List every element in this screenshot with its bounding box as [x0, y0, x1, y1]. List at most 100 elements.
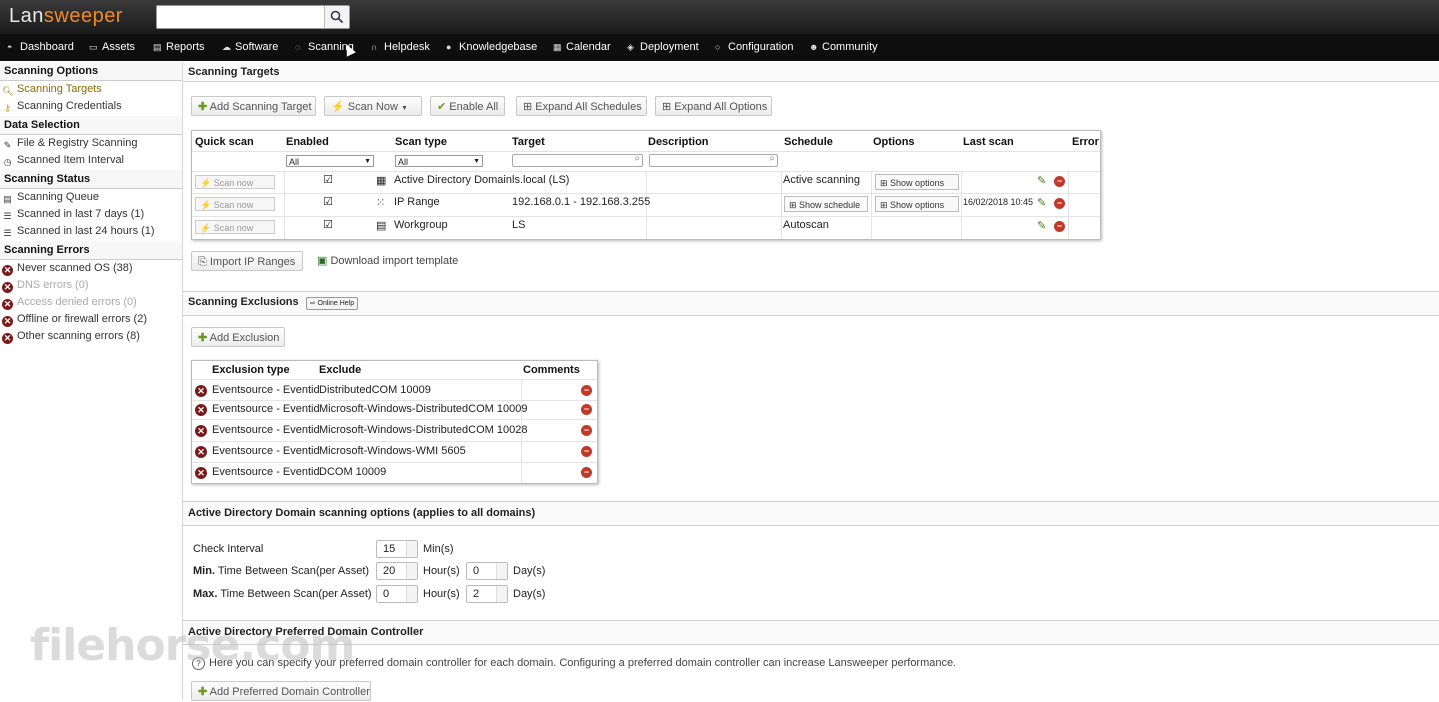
expand-all-schedules-button[interactable]: ⊞ Expand All Schedules — [516, 96, 647, 116]
main-nav: ◓ Dashboard ▭ Assets ▤ Reports ☁ Software ◌ S… — [0, 34, 1439, 61]
section-title-preferred-dc: Active Directory Preferred Domain Contro… — [183, 620, 1439, 645]
remove-exclusion-icon[interactable]: ✕ — [195, 385, 207, 397]
filter-enabled-select[interactable]: All — [286, 155, 374, 168]
exclusion-type-cell: Eventsource - Eventid — [212, 384, 320, 396]
days-unit-label: Day(s) — [513, 588, 546, 600]
remove-exclusion-icon[interactable]: ✕ — [195, 404, 207, 416]
remove-exclusion-icon[interactable]: ✕ — [195, 425, 207, 437]
delete-icon[interactable]: − — [581, 425, 592, 436]
sidebar-header-scanning-options: Scanning Options — [0, 62, 182, 81]
sidebar-item-scanned-24-hours[interactable]: ☰ Scanned in last 24 hours (1) — [0, 223, 182, 240]
software-icon: ☁ — [222, 42, 231, 52]
exclusion-type-cell: Eventsource - Eventid — [212, 466, 320, 478]
lansweeper-logo[interactable]: Lansweeper — [9, 5, 123, 28]
show-options-button[interactable]: ⊞ Show options — [875, 196, 959, 212]
add-preferred-dc-button[interactable]: ✚ Add Preferred Domain Controller — [191, 681, 371, 701]
sidebar-item-offline-firewall[interactable]: ✕ Offline or firewall errors (2) — [0, 311, 182, 328]
excel-icon: ▣ — [317, 255, 328, 267]
download-template-link[interactable]: ▣ Download import template — [317, 254, 458, 267]
schedule-cell: Active scanning — [783, 174, 861, 186]
min-hours-input[interactable]: 20 — [376, 562, 418, 580]
delete-icon[interactable]: − — [581, 467, 592, 478]
quick-scan-now-button[interactable]: ⚡ Scan now — [195, 175, 275, 189]
remove-exclusion-icon[interactable]: ✕ — [195, 446, 207, 458]
col-divider — [284, 171, 285, 239]
ad-domain-icon: ▦ — [376, 175, 387, 187]
add-scanning-target-button[interactable]: ✚ Add Scanning Target — [191, 96, 316, 116]
sidebar-item-other-errors[interactable]: ✕ Other scanning errors (8) — [0, 328, 182, 345]
filter-description-input[interactable] — [649, 153, 778, 167]
config-icon: ○ — [715, 42, 721, 52]
exclusion-type-cell: Eventsource - Eventid — [212, 403, 320, 415]
expand-all-options-button[interactable]: ⊞ Expand All Options — [655, 96, 772, 116]
nav-assets[interactable]: ▭ Assets — [89, 41, 135, 53]
list-icon: ☰ — [3, 211, 12, 221]
sidebar-item-access-denied[interactable]: ✕ Access denied errors (0) — [0, 294, 182, 311]
col-header-exclude: Exclude — [319, 364, 362, 376]
delete-icon[interactable]: − — [581, 404, 592, 415]
scanning-targets-table: Quick scan Enabled Scan type Target Desc… — [191, 130, 1101, 240]
enabled-checkbox[interactable]: ☑ — [323, 175, 333, 186]
nav-calendar[interactable]: ▦ Calendar — [553, 41, 611, 53]
row-divider — [192, 441, 597, 442]
enable-all-button[interactable]: ✔ Enable All — [430, 96, 505, 116]
nav-knowledgebase[interactable]: ● Knowledgebase — [446, 41, 537, 53]
import-ip-ranges-button[interactable]: ⎘ Import IP Ranges — [191, 251, 303, 271]
sidebar-item-scanned-item-interval[interactable]: ◷ Scanned Item Interval — [0, 152, 182, 169]
delete-icon[interactable]: − — [581, 385, 592, 396]
sidebar-item-scanning-targets[interactable]: 🔍︎ Scanning Targets — [0, 81, 182, 98]
nav-community[interactable]: ☻ Community — [809, 41, 878, 53]
nav-reports[interactable]: ▤ Reports — [153, 41, 205, 53]
sidebar-item-never-scanned[interactable]: ✕ Never scanned OS (38) — [0, 260, 182, 277]
sidebar-item-scanning-queue[interactable]: ▤ Scanning Queue — [0, 189, 182, 206]
filter-target-input[interactable] — [512, 153, 643, 167]
sidebar-item-scanned-7-days[interactable]: ☰ Scanned in last 7 days (1) — [0, 206, 182, 223]
check-interval-label: Check Interval — [193, 543, 264, 555]
min-time-label: Min. Time Between Scan(per Asset) — [193, 565, 370, 577]
nav-software[interactable]: ☁ Software — [222, 41, 278, 53]
col-header-last-scan: Last scan — [963, 136, 1014, 148]
search-input[interactable] — [157, 6, 321, 26]
delete-icon[interactable]: − — [581, 446, 592, 457]
row-divider — [192, 193, 1100, 194]
col-header-target: Target — [512, 136, 545, 148]
delete-icon[interactable]: − — [1054, 176, 1065, 187]
nav-deployment[interactable]: ◈ Deployment — [627, 41, 699, 53]
edit-icon[interactable]: ✎ — [1037, 221, 1049, 232]
monitor-icon: ▭ — [89, 42, 98, 52]
show-schedule-button[interactable]: ⊞ Show schedule — [784, 196, 868, 212]
sidebar-item-scanning-credentials[interactable]: ⚷ Scanning Credentials — [0, 98, 182, 115]
add-exclusion-button[interactable]: ✚ Add Exclusion — [191, 327, 285, 347]
nav-configuration[interactable]: ○ Configuration — [715, 41, 793, 53]
filter-scan-type-select[interactable]: All — [395, 155, 483, 168]
edit-icon[interactable]: ✎ — [1037, 176, 1049, 187]
sidebar-item-dns-errors[interactable]: ✕ DNS errors (0) — [0, 277, 182, 294]
check-interval-input[interactable]: 15 — [376, 540, 418, 558]
max-hours-input[interactable]: 0 — [376, 585, 418, 603]
row-divider — [192, 400, 597, 401]
import-icon: ⎘ — [198, 256, 207, 268]
delete-icon[interactable]: − — [1054, 198, 1065, 209]
show-options-button[interactable]: ⊞ Show options — [875, 174, 959, 190]
remove-exclusion-icon[interactable]: ✕ — [195, 467, 207, 479]
enabled-checkbox[interactable]: ☑ — [323, 197, 333, 208]
quick-scan-now-button[interactable]: ⚡ Scan now — [195, 220, 275, 234]
online-help-button[interactable]: ⇨ Online Help — [305, 297, 359, 310]
delete-icon[interactable]: − — [1054, 221, 1065, 232]
deployment-icon: ◈ — [627, 42, 634, 52]
scan-now-button[interactable]: ⚡ Scan Now ▼ — [324, 96, 422, 116]
sidebar-item-file-registry[interactable]: ✎ File & Registry Scanning — [0, 135, 182, 152]
key-icon: ⚷ — [4, 103, 11, 113]
max-days-input[interactable]: 2 — [466, 585, 508, 603]
quick-scan-now-button[interactable]: ⚡ Scan now — [195, 197, 275, 211]
enabled-checkbox[interactable]: ☑ — [323, 220, 333, 231]
exclusion-type-cell: Eventsource - Eventid — [212, 424, 320, 436]
edit-icon[interactable]: ✎ — [1037, 198, 1049, 209]
min-days-input[interactable]: 0 — [466, 562, 508, 580]
section-title-scanning-exclusions: Scanning Exclusions ⇨ Online Help — [183, 291, 1439, 316]
nav-helpdesk[interactable]: ∩ Helpdesk — [371, 41, 430, 53]
search-button[interactable] — [324, 6, 349, 28]
error-icon: ✕ — [2, 333, 13, 344]
nav-dashboard[interactable]: ◓ Dashboard — [7, 41, 74, 53]
info-icon: ● — [446, 42, 452, 52]
